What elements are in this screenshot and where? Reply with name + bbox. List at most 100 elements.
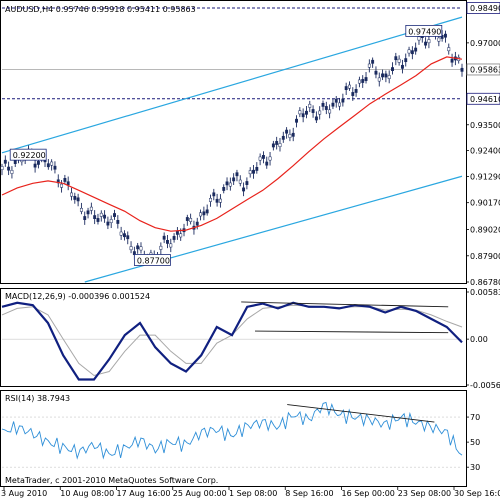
price-y-label: 0.90170: [470, 199, 500, 208]
price-panel-frame: [0, 0, 467, 284]
price-candle-body: [215, 198, 219, 203]
price-candle-body: [93, 215, 97, 219]
x-label: 10 Aug 08:00: [60, 489, 114, 498]
price-candle-body: [357, 79, 361, 84]
price-candle-body: [3, 159, 7, 164]
price-candle-body: [242, 187, 246, 192]
price-candle-body: [199, 212, 203, 217]
price-candle-body: [70, 192, 73, 197]
price-candle-body: [271, 143, 275, 148]
price-candle-body: [288, 134, 292, 138]
price-candle-body: [314, 116, 318, 121]
price-candle-body: [460, 67, 464, 72]
price-candle-body: [46, 163, 50, 168]
price-candle-body: [414, 47, 418, 52]
price-candle-body: [371, 59, 375, 64]
x-label: 1 Sep 08:00: [229, 489, 277, 498]
y-axis-labels: 0.98490 0.97000 0.95863 0.94610 0.93500 0.924…: [466, 2, 500, 472]
price-candle-body: [301, 113, 305, 118]
price-candle-body: [394, 56, 398, 61]
price-candle-body: [258, 156, 262, 161]
price-candle-body: [106, 221, 110, 226]
price-candle-body: [361, 79, 365, 83]
price-y-label: 0.97000: [470, 39, 500, 48]
rsi-panel-frame: [0, 390, 467, 487]
rsi-y-label: 30: [470, 463, 480, 472]
price-candle-body: [126, 235, 130, 240]
price-candle-body: [252, 169, 255, 174]
price-candle-body: [305, 110, 308, 115]
price-candle-body: [308, 103, 312, 108]
price-candle-body: [238, 179, 242, 184]
price-candle-body: [76, 197, 80, 202]
price-candle-body: [0, 166, 4, 170]
price-candle-body: [278, 143, 282, 147]
price-candle-body: [36, 160, 40, 165]
price-candle-body: [218, 198, 222, 203]
price-candle-body: [381, 73, 385, 78]
price-candle-body: [354, 89, 358, 93]
price-candle-body: [291, 132, 295, 137]
price-candle-body: [172, 236, 176, 240]
price-candle-body: [83, 216, 87, 220]
price-candle-body: [195, 221, 199, 226]
price-candle-body: [328, 109, 332, 114]
price-candle-body: [364, 77, 368, 81]
annotation-label: 0.87700: [137, 256, 170, 265]
price-candle-body: [162, 235, 166, 240]
main-header: AUDUSD,H4 0.95746 0.95918 0.95411 0.9586…: [5, 5, 196, 14]
x-label: 3 Aug 2010: [1, 489, 47, 498]
price-candle-body: [99, 212, 103, 217]
price-candle-body: [185, 217, 189, 221]
macd-y-label: 0.00: [470, 335, 488, 344]
price-candle-body: [119, 231, 123, 236]
x-label: 25 Aug 00:00: [173, 489, 227, 498]
price-candle-body: [202, 211, 206, 216]
price-candle-body: [212, 192, 216, 197]
rsi-y-label: 50: [470, 438, 480, 447]
annotation-label: 0.97490: [408, 27, 441, 36]
price-candle-body: [400, 64, 404, 69]
price-candle-body: [255, 167, 259, 171]
price-annotation: 0.92200: [9, 148, 47, 161]
price-candle-body: [311, 109, 315, 113]
price-candle-body: [139, 246, 143, 251]
price-candle-body: [437, 37, 441, 42]
chart-root: AUDUSD,H4 0.95746 0.95918 0.95411 0.9586…: [0, 0, 500, 500]
price-annotation: 0.87700: [133, 254, 171, 266]
price-candle-body: [447, 47, 451, 52]
price-candle-body: [261, 155, 265, 159]
price-y-label: 0.95863: [470, 65, 500, 74]
price-candle-body: [341, 98, 345, 103]
price-candle-body: [129, 246, 133, 251]
price-candle-body: [450, 58, 454, 63]
x-label: 23 Sep 08:00: [398, 489, 451, 498]
price-candle-body: [136, 245, 140, 250]
price-candle-body: [384, 73, 388, 78]
price-y-label: 0.89020: [470, 226, 500, 235]
rsi-y-label: 70: [470, 413, 480, 422]
price-candle-body: [60, 183, 64, 188]
price-candle-body: [209, 198, 212, 202]
price-candle-body: [225, 181, 229, 186]
price-candle-body: [113, 213, 116, 217]
price-candle-body: [324, 106, 328, 110]
price-candle-body: [295, 118, 298, 123]
price-candle-body: [86, 210, 90, 215]
price-candle-body: [348, 84, 351, 89]
price-candle-body: [321, 102, 325, 107]
price-candle-body: [367, 63, 371, 68]
price-candle-body: [334, 98, 338, 103]
price-candle-body: [232, 177, 236, 182]
price-candle-body: [50, 161, 54, 166]
price-candle-body: [116, 220, 120, 224]
price-candle-body: [63, 178, 67, 182]
price-candle-body: [66, 181, 70, 186]
price-candle-body: [96, 218, 100, 222]
price-candle-body: [444, 33, 447, 38]
macd-y-label: -0.005675: [470, 381, 500, 390]
price-candle-body: [248, 170, 252, 175]
price-candle-body: [103, 214, 107, 219]
price-candle-body: [205, 209, 209, 214]
price-candle-body: [169, 243, 173, 248]
